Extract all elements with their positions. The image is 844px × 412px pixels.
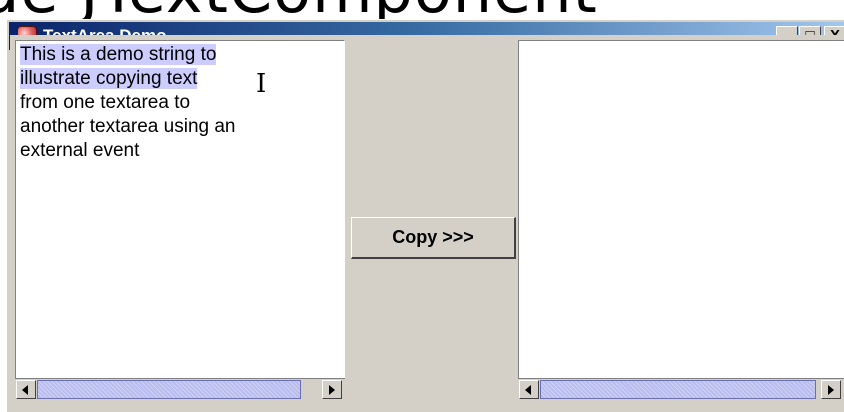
text-line-2: illustrate copying text [20,68,198,89]
text-line-1: This is a demo string to [20,44,217,65]
scrollbar-thumb[interactable] [37,380,301,399]
scrollbar-thumb[interactable] [540,380,816,399]
content-pane: This is a demo string to illustrate copy… [10,35,844,405]
right-horizontal-scrollbar[interactable] [518,378,844,400]
scroll-left-arrow-icon[interactable] [519,380,539,399]
scroll-left-arrow-icon[interactable] [16,380,36,399]
text-line-3: from one textarea to [20,92,191,113]
left-textarea[interactable]: This is a demo string to illustrate copy… [15,40,345,378]
scroll-right-arrow-icon[interactable] [322,380,342,399]
left-horizontal-scrollbar[interactable] [15,378,345,400]
text-line-5: external event [20,140,140,161]
scroll-right-arrow-icon[interactable] [821,380,841,399]
text-line-4: another textarea using an [20,116,236,137]
text-cursor-icon: I [256,69,267,99]
copy-button[interactable]: Copy >>> [351,217,516,259]
right-textarea[interactable] [518,40,844,378]
